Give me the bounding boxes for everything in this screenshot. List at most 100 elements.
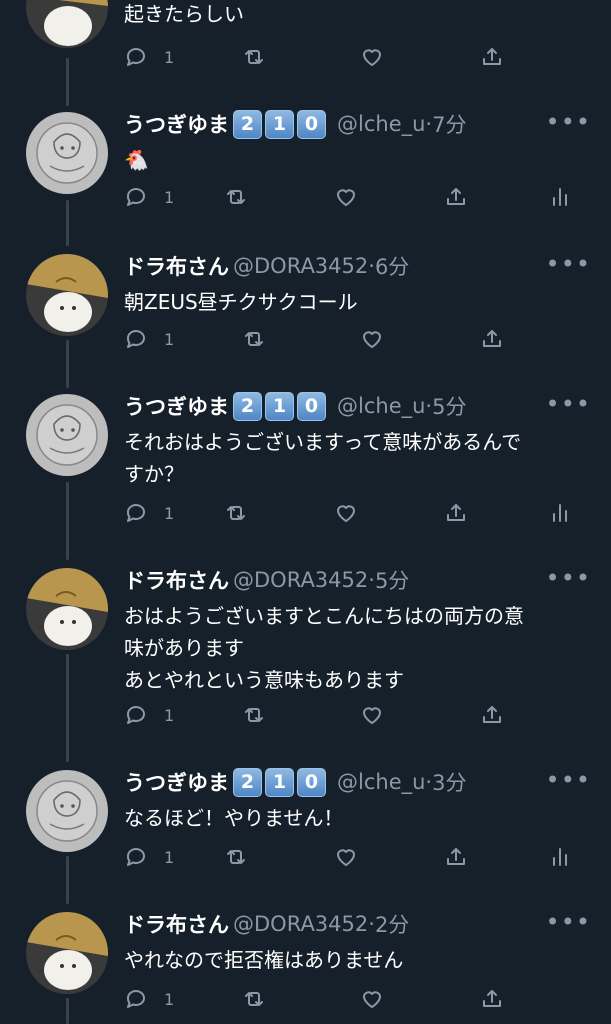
share-button[interactable] xyxy=(444,496,468,530)
share-button[interactable] xyxy=(480,40,504,74)
avatar-image-utsugi xyxy=(26,112,108,194)
reply-icon xyxy=(126,706,145,724)
heart-icon xyxy=(337,505,355,522)
tweet-header: うつぎゆま 210 @lche_u · 7分 xyxy=(124,106,466,142)
name-badges: 210 xyxy=(233,391,329,421)
handle[interactable]: @lche_u xyxy=(337,394,425,418)
retweet-button[interactable] xyxy=(242,40,266,74)
like-button[interactable] xyxy=(360,322,384,356)
heart-icon xyxy=(363,331,381,348)
display-name[interactable]: うつぎゆま xyxy=(124,767,229,797)
avatar[interactable] xyxy=(26,394,108,476)
reply-button[interactable]: 1 xyxy=(124,322,174,356)
more-button[interactable]: ••• xyxy=(546,250,591,278)
more-button[interactable]: ••• xyxy=(546,766,591,794)
reply-button[interactable]: 1 xyxy=(124,982,174,1016)
timestamp[interactable]: 2分 xyxy=(375,909,409,939)
more-button[interactable]: ••• xyxy=(546,564,591,592)
display-name[interactable]: ドラ布さん xyxy=(124,565,229,595)
like-button[interactable] xyxy=(360,982,384,1016)
avatar[interactable] xyxy=(26,112,108,194)
reply-button[interactable]: 1 xyxy=(124,180,174,214)
more-button[interactable]: ••• xyxy=(546,908,591,936)
share-button[interactable] xyxy=(444,180,468,214)
display-name[interactable]: うつぎゆま xyxy=(124,391,229,421)
more-icon: ••• xyxy=(545,108,591,136)
display-name[interactable]: ドラ布さん xyxy=(124,251,229,281)
reply-button[interactable]: 1 xyxy=(124,698,174,732)
tweet-text: それおはようございますって意味があるんで すか？ xyxy=(124,430,522,486)
avatar[interactable] xyxy=(26,0,108,48)
share-icon xyxy=(447,848,465,865)
like-button[interactable] xyxy=(334,180,358,214)
reply-count: 1 xyxy=(164,503,175,523)
timestamp[interactable]: 5分 xyxy=(432,391,466,421)
timestamp[interactable]: 7分 xyxy=(432,109,466,139)
tweet-header: うつぎゆま 210 @lche_u · 3分 xyxy=(124,764,466,800)
separator: · xyxy=(368,568,375,592)
like-button[interactable] xyxy=(360,698,384,732)
handle[interactable]: @DORA3452 xyxy=(233,254,368,278)
like-button[interactable] xyxy=(334,840,358,874)
timestamp[interactable]: 6分 xyxy=(375,251,409,281)
display-name[interactable]: ドラ布さん xyxy=(124,909,229,939)
separator: · xyxy=(368,912,375,936)
share-icon xyxy=(483,48,501,65)
retweet-icon xyxy=(245,332,263,346)
share-button[interactable] xyxy=(444,840,468,874)
more-button[interactable]: ••• xyxy=(546,390,591,418)
handle[interactable]: @lche_u xyxy=(337,770,425,794)
handle[interactable]: @DORA3452 xyxy=(233,568,368,592)
avatar-image-dora xyxy=(26,912,108,994)
number-badge: 1 xyxy=(265,109,294,139)
number-badge: 1 xyxy=(265,767,294,797)
reply-button[interactable]: 1 xyxy=(124,840,174,874)
avatar-image-dora xyxy=(26,568,108,650)
display-name[interactable]: うつぎゆま xyxy=(124,109,229,139)
share-button[interactable] xyxy=(480,698,504,732)
reply-icon xyxy=(126,330,145,348)
share-icon xyxy=(483,990,501,1007)
handle[interactable]: @DORA3452 xyxy=(233,912,368,936)
retweet-button[interactable] xyxy=(242,698,266,732)
avatar-image-utsugi xyxy=(26,394,108,476)
share-button[interactable] xyxy=(480,982,504,1016)
analytics-button[interactable] xyxy=(548,496,572,530)
retweet-button[interactable] xyxy=(224,496,248,530)
reply-icon xyxy=(126,848,145,866)
retweet-button[interactable] xyxy=(242,322,266,356)
reply-button[interactable]: 1 xyxy=(124,496,174,530)
avatar[interactable] xyxy=(26,568,108,650)
retweet-button[interactable] xyxy=(224,840,248,874)
tweet-header: ドラ布さん @DORA3452 · 6分 xyxy=(124,248,409,284)
thread-line xyxy=(66,482,69,560)
tweet-actions: 1 xyxy=(124,180,594,214)
more-icon: ••• xyxy=(545,564,591,592)
reply-count: 1 xyxy=(164,329,175,349)
name-badges: 210 xyxy=(233,767,329,797)
share-button[interactable] xyxy=(480,322,504,356)
like-button[interactable] xyxy=(334,496,358,530)
analytics-button[interactable] xyxy=(548,840,572,874)
reply-button[interactable]: 1 xyxy=(124,40,174,74)
analytics-button[interactable] xyxy=(548,180,572,214)
retweet-button[interactable] xyxy=(224,180,248,214)
like-button[interactable] xyxy=(360,40,384,74)
reply-icon xyxy=(126,188,145,206)
more-icon: ••• xyxy=(545,766,591,794)
analytics-icon xyxy=(553,848,567,866)
reply-count: 1 xyxy=(164,989,175,1009)
number-badge: 2 xyxy=(233,767,262,797)
avatar[interactable] xyxy=(26,254,108,336)
tweet-partial[interactable]: 起きたらしい 1 xyxy=(0,0,611,80)
more-button[interactable]: ••• xyxy=(546,108,591,136)
tweet-actions: 1 xyxy=(124,982,594,1016)
tweet-header: ドラ布さん @DORA3452 · 2分 xyxy=(124,906,409,942)
avatar[interactable] xyxy=(26,770,108,852)
handle[interactable]: @lche_u xyxy=(337,112,425,136)
timestamp[interactable]: 3分 xyxy=(432,767,466,797)
timestamp[interactable]: 5分 xyxy=(375,565,409,595)
separator: · xyxy=(425,770,433,794)
avatar[interactable] xyxy=(26,912,108,994)
retweet-button[interactable] xyxy=(242,982,266,1016)
